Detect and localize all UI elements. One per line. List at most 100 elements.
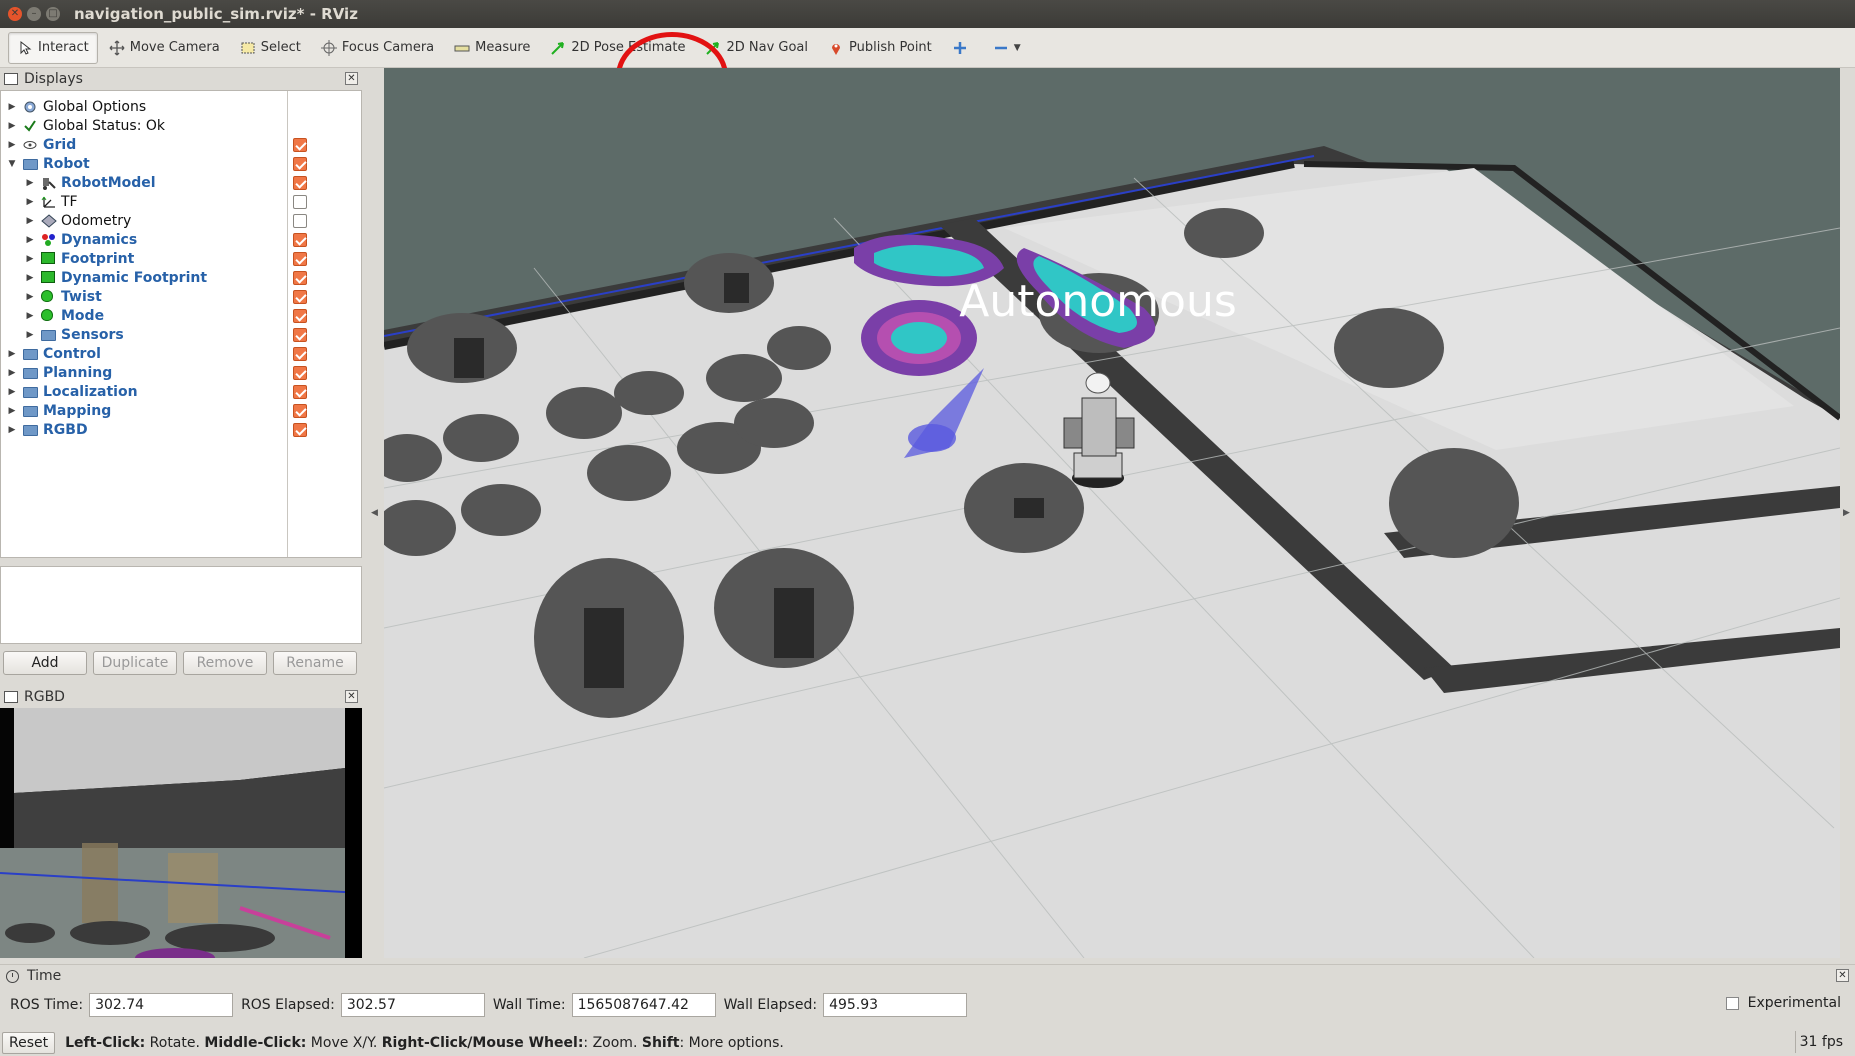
duplicate-display-button[interactable]: Duplicate <box>93 651 177 675</box>
expand-arrow-right-icon[interactable]: ▶ <box>7 387 17 397</box>
display-item-twist[interactable]: ▶ Twist <box>1 287 361 306</box>
collapse-left-arrow-icon[interactable]: ◀ <box>371 508 378 518</box>
expand-arrow-right-icon[interactable]: ▶ <box>7 349 17 359</box>
nav-goal-tool-button[interactable]: 2D Nav Goal <box>696 32 817 64</box>
display-item-grid[interactable]: ▶ Grid <box>1 135 361 154</box>
display-item-localization[interactable]: ▶ Localization <box>1 382 361 401</box>
hint-right-click: Right-Click/Mouse Wheel: <box>381 1034 584 1051</box>
display-item-tf[interactable]: ▶ TF <box>1 192 361 211</box>
expand-arrow-right-icon[interactable]: ▶ <box>25 197 35 207</box>
chevron-down-icon: ▼ <box>1013 42 1021 53</box>
display-enabled-checkbox[interactable] <box>293 308 307 323</box>
expand-arrow-right-icon[interactable]: ▶ <box>25 330 35 340</box>
display-item-planning[interactable]: ▶ Planning <box>1 363 361 382</box>
hint-shift: Shift <box>641 1034 680 1051</box>
expand-arrow-right-icon[interactable]: ▶ <box>25 254 35 264</box>
wall-time-field[interactable]: 1565087647.42 <box>571 993 716 1017</box>
window-maximize-button[interactable]: □ <box>46 7 60 21</box>
time-close-button[interactable]: ✕ <box>1836 969 1849 982</box>
display-enabled-checkbox[interactable] <box>293 137 307 152</box>
display-item-label: Localization <box>43 383 138 400</box>
display-item-robotmodel[interactable]: ▶ RobotModel <box>1 173 361 192</box>
display-item-dynamic-footprint[interactable]: ▶ Dynamic Footprint <box>1 268 361 287</box>
displays-close-button[interactable]: ✕ <box>345 72 358 85</box>
left-splitter[interactable]: ◀ <box>364 68 384 958</box>
display-item-global-options[interactable]: ▶ Global Options <box>1 97 361 116</box>
camera-icon <box>4 691 18 703</box>
display-item-label: Grid <box>43 136 77 153</box>
expand-arrow-right-icon[interactable]: ▶ <box>7 406 17 416</box>
expand-arrow-right-icon[interactable]: ▶ <box>7 140 17 150</box>
window-minimize-button[interactable]: – <box>27 7 41 21</box>
display-enabled-checkbox[interactable] <box>293 232 307 247</box>
expand-arrow-right-icon[interactable]: ▶ <box>7 121 17 131</box>
display-enabled-checkbox[interactable] <box>293 403 307 418</box>
display-item-robot[interactable]: ▼ Robot <box>1 154 361 173</box>
display-item-control[interactable]: ▶ Control <box>1 344 361 363</box>
dynamics-icon <box>41 233 57 247</box>
expand-arrow-right-icon[interactable]: ▶ <box>25 292 35 302</box>
experimental-checkbox[interactable]: Experimental <box>1725 995 1841 1011</box>
display-item-label: Control <box>43 345 101 362</box>
reset-button[interactable]: Reset <box>2 1031 56 1054</box>
display-enabled-checkbox[interactable] <box>293 194 307 209</box>
rename-display-button[interactable]: Rename <box>273 651 357 675</box>
3d-render-viewport[interactable]: Autonomous <box>384 68 1840 958</box>
display-item-mapping[interactable]: ▶ Mapping <box>1 401 361 420</box>
display-enabled-checkbox[interactable] <box>293 422 307 437</box>
display-enabled-checkbox[interactable] <box>293 270 307 285</box>
display-item-mode[interactable]: ▶ Mode <box>1 306 361 325</box>
display-enabled-checkbox[interactable] <box>293 365 307 380</box>
remove-display-button[interactable]: Remove <box>183 651 267 675</box>
add-tool-button[interactable] <box>943 32 982 64</box>
interact-tool-button[interactable]: Interact <box>8 31 98 64</box>
interact-cursor-icon <box>17 40 33 56</box>
display-enabled-checkbox[interactable] <box>293 384 307 399</box>
window-close-button[interactable]: ✕ <box>8 7 22 21</box>
focus-camera-tool-label: Focus Camera <box>341 40 435 55</box>
expand-arrow-right-icon[interactable]: ▶ <box>25 311 35 321</box>
ros-elapsed-field[interactable]: 302.57 <box>340 993 485 1017</box>
display-item-dynamics[interactable]: ▶ Dynamics <box>1 230 361 249</box>
display-item-global-status-ok[interactable]: ▶ Global Status: Ok <box>1 116 361 135</box>
display-enabled-checkbox[interactable] <box>293 175 307 190</box>
display-enabled-checkbox[interactable] <box>293 251 307 266</box>
display-item-odometry[interactable]: ▶ Odometry <box>1 211 361 230</box>
display-enabled-checkbox[interactable] <box>293 213 307 228</box>
rgbd-close-button[interactable]: ✕ <box>345 690 358 703</box>
display-enabled-checkbox[interactable] <box>293 346 307 361</box>
move-camera-tool-button[interactable]: Move Camera <box>100 32 229 64</box>
display-enabled-checkbox[interactable] <box>293 289 307 304</box>
rgbd-camera-view[interactable] <box>0 708 362 958</box>
display-item-rgbd[interactable]: ▶ RGBD <box>1 420 361 439</box>
focus-camera-tool-button[interactable]: Focus Camera <box>312 32 443 64</box>
remove-tool-dropdown[interactable]: ▼ <box>984 32 1030 64</box>
expand-arrow-right-icon[interactable]: ▶ <box>25 216 35 226</box>
display-item-sensors[interactable]: ▶ Sensors <box>1 325 361 344</box>
expand-arrow-right-icon[interactable]: ▶ <box>25 235 35 245</box>
expand-arrow-right-icon[interactable]: ▶ <box>7 102 17 112</box>
right-splitter[interactable]: ▶ <box>1840 68 1855 958</box>
pose-estimate-tool-button[interactable]: 2D Pose Estimate <box>541 32 694 64</box>
display-item-label: Global Status: Ok <box>43 117 166 134</box>
select-tool-button[interactable]: Select <box>231 32 310 64</box>
expand-arrow-down-icon[interactable]: ▼ <box>7 159 17 169</box>
add-display-button[interactable]: Add <box>3 651 87 675</box>
collapse-right-arrow-icon[interactable]: ▶ <box>1843 508 1850 518</box>
experimental-checkbox-box[interactable] <box>1725 996 1739 1010</box>
ros-time-field[interactable]: 302.74 <box>89 993 234 1017</box>
expand-arrow-right-icon[interactable]: ▶ <box>25 178 35 188</box>
displays-panel-header: Displays ✕ <box>0 68 362 90</box>
publish-point-tool-button[interactable]: Publish Point <box>819 32 941 64</box>
expand-arrow-right-icon[interactable]: ▶ <box>7 368 17 378</box>
expand-arrow-right-icon[interactable]: ▶ <box>25 273 35 283</box>
expand-arrow-right-icon[interactable]: ▶ <box>7 425 17 435</box>
display-item-footprint[interactable]: ▶ Footprint <box>1 249 361 268</box>
display-enabled-checkbox[interactable] <box>293 327 307 342</box>
display-enabled-checkbox[interactable] <box>293 156 307 171</box>
rgbd-panel: RGBD ✕ <box>0 686 362 958</box>
measure-tool-button[interactable]: Measure <box>445 32 539 64</box>
wall-elapsed-field[interactable]: 495.93 <box>823 993 968 1017</box>
rviz-window: ✕ – □ navigation_public_sim.rviz* - RViz… <box>0 0 1855 1056</box>
checkmark-icon <box>23 119 39 133</box>
